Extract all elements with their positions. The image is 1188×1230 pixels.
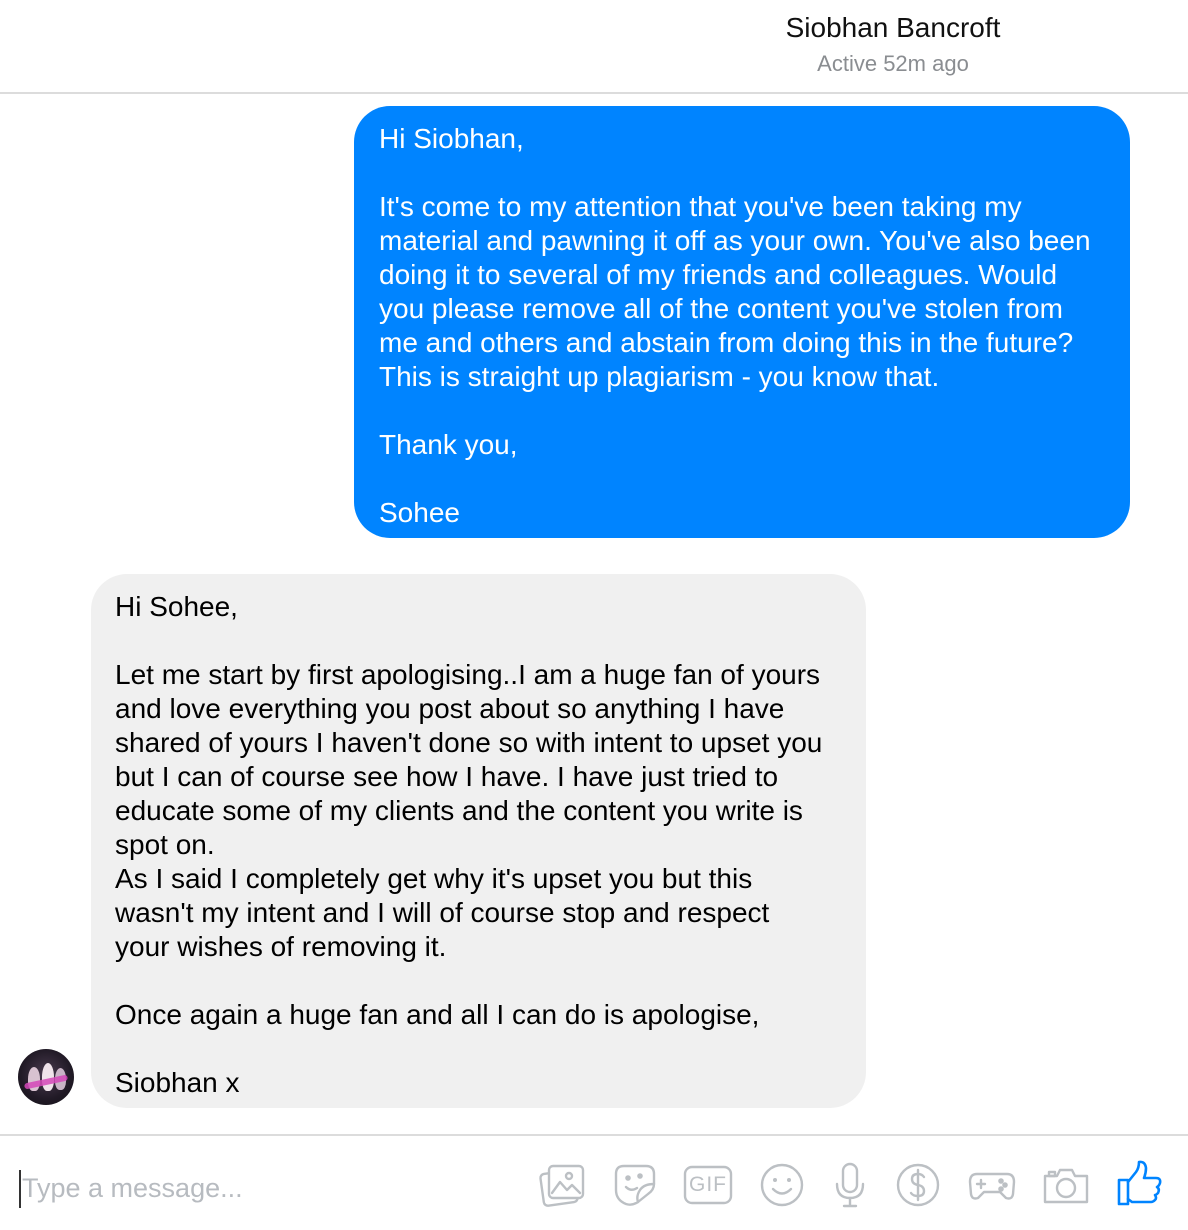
game-icon[interactable] bbox=[967, 1160, 1017, 1210]
active-status: Active 52m ago bbox=[817, 51, 969, 76]
image-icon[interactable] bbox=[537, 1160, 587, 1210]
like-icon[interactable] bbox=[1114, 1158, 1164, 1208]
contact-avatar[interactable] bbox=[18, 1049, 74, 1105]
conversation-header: Siobhan Bancroft Active 52m ago bbox=[0, 0, 1188, 94]
sticker-icon[interactable] bbox=[610, 1160, 660, 1210]
contact-name[interactable]: Siobhan Bancroft bbox=[700, 12, 1086, 44]
gif-label: GIF bbox=[689, 1173, 727, 1196]
gif-icon[interactable]: GIF bbox=[683, 1160, 733, 1210]
text-caret bbox=[19, 1170, 21, 1208]
messenger-conversation: Siobhan Bancroft Active 52m ago Hi Siobh… bbox=[0, 0, 1188, 1230]
message-composer: GIF bbox=[0, 1134, 1188, 1230]
message-input[interactable] bbox=[22, 1166, 502, 1210]
outgoing-message-bubble[interactable]: Hi Siobhan, It's come to my attention th… bbox=[354, 106, 1130, 538]
incoming-message-bubble[interactable]: Hi Sohee, Let me start by first apologis… bbox=[91, 574, 866, 1108]
emoji-icon[interactable] bbox=[757, 1160, 807, 1210]
payment-icon[interactable] bbox=[893, 1160, 943, 1210]
camera-icon[interactable] bbox=[1041, 1160, 1091, 1210]
microphone-icon[interactable] bbox=[825, 1160, 875, 1210]
